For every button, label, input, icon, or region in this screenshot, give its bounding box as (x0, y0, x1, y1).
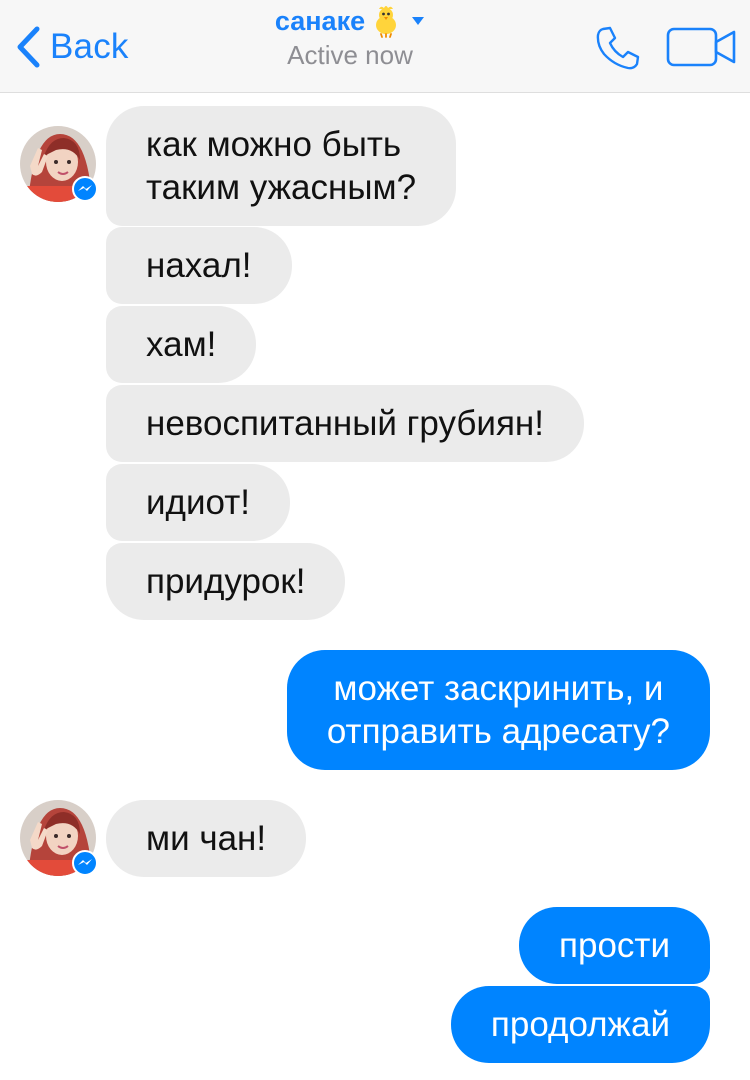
incoming-message[interactable]: хам! (106, 306, 257, 383)
outgoing-message[interactable]: прости (519, 907, 710, 984)
contact-avatar[interactable] (20, 800, 98, 876)
outgoing-message[interactable]: может заскринить, и отправить адресату? (286, 650, 710, 770)
outgoing-message[interactable]: продолжай (450, 986, 710, 1063)
contact-name-dropdown[interactable]: санаке (275, 4, 425, 38)
back-button[interactable]: Back (14, 22, 129, 72)
video-camera-icon (666, 27, 736, 67)
baby-chick-icon (376, 6, 397, 38)
video-call-button[interactable] (666, 26, 738, 68)
back-label: Back (50, 27, 129, 66)
active-status: Active now (287, 40, 413, 70)
contact-name: санаке (274, 5, 366, 36)
incoming-message[interactable]: идиот! (106, 464, 290, 541)
incoming-message[interactable]: невоспитанный грубиян! (106, 385, 584, 462)
messenger-badge-icon (72, 850, 98, 876)
chevron-left-icon (17, 26, 40, 68)
contact-avatar[interactable] (20, 126, 98, 202)
call-button[interactable] (594, 24, 642, 72)
chat-header: Back санаке Active now (0, 0, 750, 93)
caret-down-icon (412, 17, 425, 25)
conversation-title: санаке Active now (200, 4, 500, 71)
incoming-message[interactable]: нахал! (106, 227, 292, 304)
incoming-message[interactable]: как можно быть таким ужасным? (106, 106, 457, 226)
messenger-badge-icon (72, 176, 98, 202)
incoming-message[interactable]: придурок! (106, 543, 346, 620)
phone-icon (596, 26, 640, 70)
incoming-message[interactable]: ми чан! (106, 800, 307, 877)
